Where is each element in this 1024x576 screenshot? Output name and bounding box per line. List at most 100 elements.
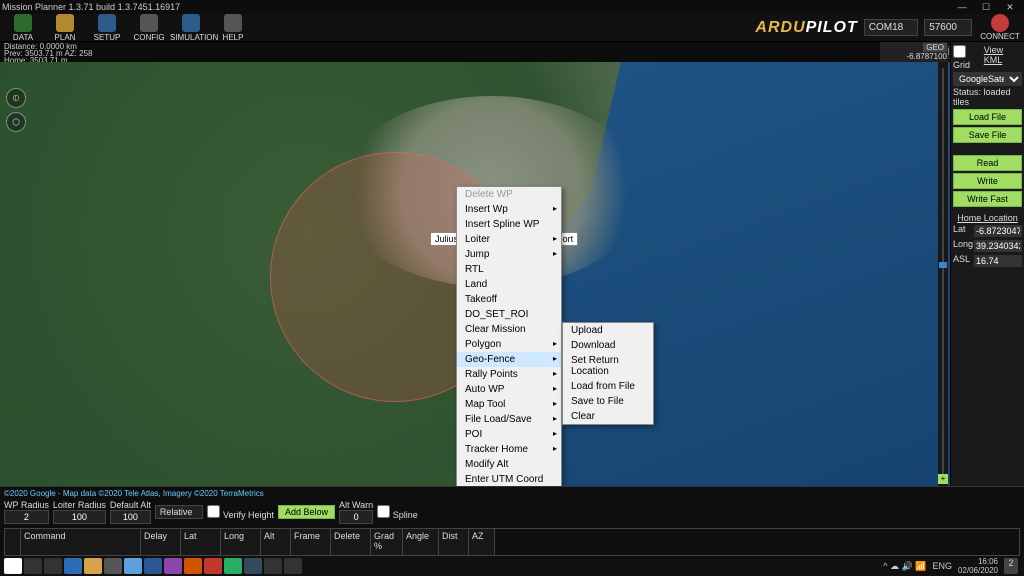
home-lat-input[interactable] — [974, 225, 1022, 237]
alt-warn-input[interactable]: 0 — [339, 510, 373, 524]
menu-insert-spline-wp[interactable]: Insert Spline WP — [457, 217, 561, 232]
window-minimize[interactable]: — — [950, 2, 974, 12]
menu-map-tool[interactable]: Map Tool — [457, 397, 561, 412]
menu-poi[interactable]: POI — [457, 427, 561, 442]
menu-geo-fence[interactable]: Geo-Fence — [457, 352, 561, 367]
taskbar-app[interactable] — [264, 558, 282, 574]
toolbar-simulation[interactable]: SIMULATION — [170, 14, 212, 42]
taskbar-app[interactable] — [124, 558, 142, 574]
taskbar-app[interactable] — [224, 558, 242, 574]
window-maximize[interactable]: ☐ — [974, 2, 998, 13]
toolbar-help[interactable]: HELP — [212, 14, 254, 42]
tile-status: Status: loaded tiles — [953, 87, 1022, 107]
windows-taskbar[interactable]: ^ ☁ 🔊 📶 ENG 16:0602/06/2020 2 — [0, 556, 1024, 576]
view-kml-link[interactable]: View KML — [984, 45, 1022, 70]
col-angle[interactable]: Angle — [403, 529, 439, 555]
task-view-icon[interactable] — [44, 558, 62, 574]
wp-radius-input[interactable]: 2 — [4, 510, 49, 524]
add-below-button[interactable]: Add Below — [278, 505, 335, 519]
col-delete[interactable]: Delete — [331, 529, 371, 555]
taskbar-app[interactable] — [144, 558, 162, 574]
home-lon-input[interactable] — [974, 240, 1022, 252]
zoom-slider[interactable] — [938, 62, 948, 486]
taskbar-app[interactable] — [64, 558, 82, 574]
menu-file-load-save[interactable]: File Load/Save — [457, 412, 561, 427]
taskbar-app[interactable] — [284, 558, 302, 574]
menu-takeoff[interactable]: Takeoff — [457, 292, 561, 307]
map-tool-1[interactable]: ⦶ — [6, 88, 26, 108]
menu-modify-alt[interactable]: Modify Alt — [457, 457, 561, 472]
zoom-button[interactable]: + — [938, 474, 948, 484]
col-alt[interactable]: Alt — [261, 529, 291, 555]
taskbar-app[interactable] — [204, 558, 222, 574]
write-fast-button[interactable]: Write Fast — [953, 191, 1022, 207]
toolbar-plan[interactable]: PLAN — [44, 14, 86, 42]
submenu-save-to-file[interactable]: Save to File — [563, 394, 653, 409]
menu-rally-points[interactable]: Rally Points — [457, 367, 561, 382]
task-search-icon[interactable] — [24, 558, 42, 574]
taskbar-app[interactable] — [244, 558, 262, 574]
toolbar-config[interactable]: CONFIG — [128, 14, 170, 42]
menu-clear-mission[interactable]: Clear Mission — [457, 322, 561, 337]
loiter-radius-input[interactable]: 100 — [53, 510, 106, 524]
write-button[interactable]: Write — [953, 173, 1022, 189]
submenu-download[interactable]: Download — [563, 338, 653, 353]
port-select[interactable]: COM18 — [864, 19, 918, 36]
menu-do-set-roi[interactable]: DO_SET_ROI — [457, 307, 561, 322]
submenu-clear[interactable]: Clear — [563, 409, 653, 424]
submenu-load-from-file[interactable]: Load from File — [563, 379, 653, 394]
waypoint-grid[interactable]: CommandDelayLatLongAltFrameDeleteGrad %A… — [4, 528, 1020, 556]
connect-icon — [991, 14, 1009, 32]
window-title: Mission Planner 1.3.71 build 1.3.7451.16… — [2, 2, 950, 12]
col-frame[interactable]: Frame — [291, 529, 331, 555]
menu-loiter[interactable]: Loiter — [457, 232, 561, 247]
col-lat[interactable]: Lat — [181, 529, 221, 555]
taskbar-app[interactable] — [104, 558, 122, 574]
col-command[interactable]: Command — [21, 529, 141, 555]
load-file-button[interactable]: Load File — [953, 109, 1022, 125]
waypoint-panel: ©2020 Google - Map data ©2020 Tele Atlas… — [0, 486, 1024, 556]
verify-height-check[interactable]: Verify Height — [207, 505, 274, 520]
toolbar-setup[interactable]: SETUP — [86, 14, 128, 42]
window-close[interactable]: ✕ — [998, 2, 1022, 13]
context-submenu-geofence[interactable]: UploadDownloadSet Return LocationLoad fr… — [562, 322, 654, 425]
col-delay[interactable]: Delay — [141, 529, 181, 555]
connect-button[interactable]: CONNECT — [978, 14, 1022, 41]
menu-land[interactable]: Land — [457, 277, 561, 292]
col-idx[interactable] — [5, 529, 21, 555]
baud-select[interactable]: 57600 — [924, 19, 972, 36]
menu-jump[interactable]: Jump — [457, 247, 561, 262]
col-az[interactable]: AZ — [469, 529, 495, 555]
col-grad-[interactable]: Grad % — [371, 529, 403, 555]
alt-mode-select[interactable]: Relative — [155, 505, 204, 519]
home-asl-input[interactable] — [974, 255, 1022, 267]
default-alt-input[interactable]: 100 — [110, 510, 151, 524]
tray-clock[interactable]: 16:0602/06/2020 — [958, 557, 998, 575]
submenu-upload[interactable]: Upload — [563, 323, 653, 338]
grid-check[interactable]: Grid — [953, 45, 984, 70]
menu-tracker-home[interactable]: Tracker Home — [457, 442, 561, 457]
map-tool-2[interactable]: ⬡ — [6, 112, 26, 132]
taskbar-app[interactable] — [184, 558, 202, 574]
tray-notifications[interactable]: 2 — [1004, 558, 1018, 574]
toolbar-data[interactable]: DATA — [2, 14, 44, 42]
spline-check[interactable]: Spline — [377, 505, 418, 520]
menu-auto-wp[interactable]: Auto WP — [457, 382, 561, 397]
menu-polygon[interactable]: Polygon — [457, 337, 561, 352]
tray-icons[interactable]: ^ ☁ 🔊 📶 — [883, 561, 926, 572]
start-button[interactable] — [4, 558, 22, 574]
submenu-set-return-location[interactable]: Set Return Location — [563, 353, 653, 379]
save-file-button[interactable]: Save File — [953, 127, 1022, 143]
read-button[interactable]: Read — [953, 155, 1022, 171]
col-long[interactable]: Long — [221, 529, 261, 555]
tray-lang[interactable]: ENG — [932, 561, 952, 571]
menu-insert-wp[interactable]: Insert Wp — [457, 202, 561, 217]
col-dist[interactable]: Dist — [439, 529, 469, 555]
side-panel: GridView KML GoogleSatelliteMa Status: l… — [950, 42, 1024, 486]
menu-enter-utm-coord[interactable]: Enter UTM Coord — [457, 472, 561, 487]
map-source-select[interactable]: GoogleSatelliteMa — [953, 72, 1022, 86]
taskbar-app[interactable] — [84, 558, 102, 574]
ardupilot-logo: ARDUPILOT — [755, 19, 857, 37]
taskbar-app[interactable] — [164, 558, 182, 574]
menu-rtl[interactable]: RTL — [457, 262, 561, 277]
